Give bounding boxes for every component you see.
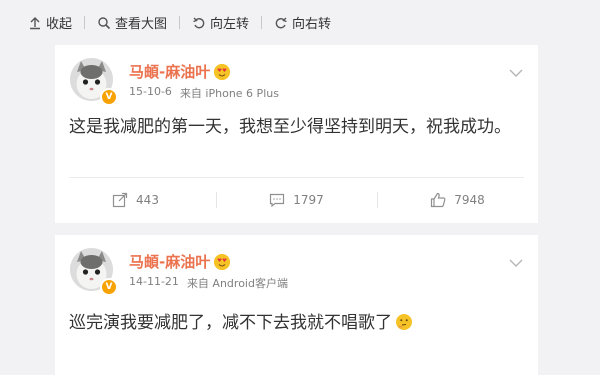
rotate-right-label: 向右转 xyxy=(292,17,332,32)
like-button[interactable]: 7948 xyxy=(377,178,538,222)
comment-count: 1797 xyxy=(293,193,324,207)
heart-eyes-emoji-icon xyxy=(214,63,231,80)
post-text: 这是我减肥的第一天，我想至少得坚持到明天，祝我成功。 xyxy=(69,117,511,137)
view-large-button[interactable]: 查看大图 xyxy=(97,13,167,32)
view-large-label: 查看大图 xyxy=(115,17,168,32)
post-date[interactable]: 14-11-21 xyxy=(129,275,179,291)
repost-button[interactable]: 443 xyxy=(55,178,216,222)
thumbs-up-icon xyxy=(430,192,446,208)
comment-button[interactable]: 1797 xyxy=(216,178,377,222)
post-meta: 14-11-21 来自 Android客户端 xyxy=(129,275,288,291)
post-meta: 15-10-6 来自 iPhone 6 Plus xyxy=(129,85,279,101)
upload-arrow-icon xyxy=(28,16,42,30)
verified-badge-icon: V xyxy=(100,278,118,296)
heart-eyes-emoji-icon xyxy=(214,253,231,270)
post-text-content: 巡完演我要减肥了，减不下去我就不唱歌了 xyxy=(69,313,392,333)
rotate-left-label: 向左转 xyxy=(210,17,250,32)
toolbar-divider xyxy=(261,16,263,29)
repost-count: 443 xyxy=(136,193,159,207)
post-source: 来自 Android客户端 xyxy=(186,277,288,290)
toolbar-divider xyxy=(179,16,181,29)
author-name[interactable]: 马頔-麻油叶 xyxy=(129,251,210,272)
repost-icon xyxy=(112,192,128,208)
post-actions: 443 1797 7948 xyxy=(55,178,538,222)
thinking-emoji-icon xyxy=(395,312,413,340)
chevron-down-icon[interactable] xyxy=(509,253,523,267)
verified-badge-icon: V xyxy=(100,88,118,106)
post-text: 巡完演我要减肥了，减不下去我就不唱歌了 xyxy=(69,309,514,340)
collapse-button[interactable]: 收起 xyxy=(28,13,72,32)
author-name[interactable]: 马頔-麻油叶 xyxy=(129,61,210,82)
comment-icon xyxy=(269,192,285,208)
rotate-left-button[interactable]: 向左转 xyxy=(192,13,249,32)
post-source: 来自 iPhone 6 Plus xyxy=(179,87,279,100)
weibo-post: V 马頔-麻油叶 14-11-21 来自 Android客户端 巡完演我要减肥了… xyxy=(55,235,538,375)
rotate-right-button[interactable]: 向右转 xyxy=(274,13,331,32)
search-icon xyxy=(97,16,111,30)
rotate-left-icon xyxy=(192,16,206,30)
chevron-down-icon[interactable] xyxy=(509,63,523,77)
like-count: 7948 xyxy=(454,193,485,207)
rotate-right-icon xyxy=(274,16,288,30)
toolbar-divider xyxy=(84,16,86,29)
author-row: 马頔-麻油叶 xyxy=(129,61,231,82)
weibo-post: V 马頔-麻油叶 15-10-6 来自 iPhone 6 Plus 这是我减肥的… xyxy=(55,45,538,223)
collapse-label: 收起 xyxy=(46,17,73,32)
author-row: 马頔-麻油叶 xyxy=(129,251,231,272)
post-date[interactable]: 15-10-6 xyxy=(129,85,172,101)
image-toolbar: 收起 查看大图 向左转 向右转 xyxy=(0,0,600,45)
